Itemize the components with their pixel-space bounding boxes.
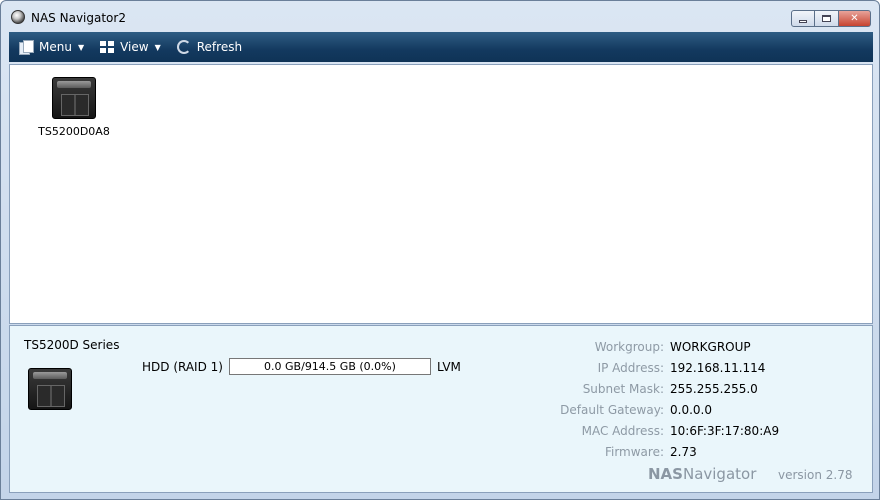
view-button[interactable]: View ▼ <box>90 32 167 62</box>
device-item[interactable]: TS5200D0A8 <box>36 77 112 138</box>
nas-device-icon <box>52 77 96 119</box>
info-value: 255.255.255.0 <box>670 381 758 396</box>
brand-logo: NASNavigator <box>648 465 756 483</box>
hdd-label: HDD (RAID 1) <box>142 359 223 374</box>
hdd-status-row: HDD (RAID 1) 0.0 GB/914.5 GB (0.0%) LVM <box>142 358 461 375</box>
chevron-down-icon: ▼ <box>77 42 85 52</box>
refresh-button[interactable]: Refresh <box>167 32 248 62</box>
chevron-down-icon: ▼ <box>154 42 161 52</box>
info-row-workgroup: Workgroup: WORKGROUP <box>520 336 780 357</box>
window-controls: ✕ <box>791 10 871 28</box>
menu-button[interactable]: Menu ▼ <box>9 32 90 62</box>
info-label: Workgroup: <box>594 339 664 354</box>
info-value: 192.168.11.114 <box>670 360 766 375</box>
info-value: WORKGROUP <box>670 339 751 354</box>
details-panel: TS5200D Series HDD (RAID 1) 0.0 GB/914.5… <box>9 325 873 493</box>
close-icon: ✕ <box>850 13 859 24</box>
brand-navigator: Navigator <box>682 465 757 483</box>
hdd-usage-text: 0.0 GB/914.5 GB (0.0%) <box>264 360 396 373</box>
minimize-button[interactable] <box>791 10 815 27</box>
brand-nas: NAS <box>648 465 683 483</box>
refresh-icon <box>176 40 191 54</box>
maximize-button[interactable] <box>815 10 839 27</box>
maximize-icon <box>822 15 831 22</box>
device-list[interactable]: TS5200D0A8 <box>9 64 873 324</box>
close-button[interactable]: ✕ <box>839 10 871 27</box>
nas-device-icon <box>28 368 72 410</box>
info-label: Subnet Mask: <box>582 381 664 396</box>
info-label: IP Address: <box>597 360 664 375</box>
info-value: 10:6F:3F:17:80:A9 <box>670 423 780 438</box>
network-info: Workgroup: WORKGROUP IP Address: 192.168… <box>520 336 780 462</box>
info-row-ip-address: IP Address: 192.168.11.114 <box>520 357 780 378</box>
info-row-subnet-mask: Subnet Mask: 255.255.255.0 <box>520 378 780 399</box>
app-window: NAS Navigator2 ✕ Menu ▼ View ▼ Refresh T… <box>0 0 880 500</box>
hdd-usage-bar: 0.0 GB/914.5 GB (0.0%) <box>228 358 431 375</box>
toolbar: Menu ▼ View ▼ Refresh <box>9 32 873 62</box>
minimize-icon <box>799 20 807 23</box>
info-row-default-gateway: Default Gateway: 0.0.0.0 <box>520 399 780 420</box>
app-logo-icon <box>11 10 25 24</box>
info-label: MAC Address: <box>581 423 664 438</box>
menu-label: Menu <box>39 40 72 54</box>
view-label: View <box>120 40 149 54</box>
view-icon <box>100 40 115 54</box>
info-row-mac-address: MAC Address: 10:6F:3F:17:80:A9 <box>520 420 780 441</box>
menu-icon <box>19 40 34 55</box>
volume-type: LVM <box>436 359 461 374</box>
info-value: 0.0.0.0 <box>670 402 712 417</box>
series-name: TS5200D Series <box>24 338 120 352</box>
info-row-firmware: Firmware: 2.73 <box>520 441 780 462</box>
info-value: 2.73 <box>670 444 697 459</box>
info-label: Default Gateway: <box>560 402 664 417</box>
window-title: NAS Navigator2 <box>31 11 126 25</box>
version-text: version 2.78 <box>778 468 853 482</box>
title-bar[interactable]: NAS Navigator2 ✕ <box>1 1 879 31</box>
refresh-label: Refresh <box>196 40 243 54</box>
device-name: TS5200D0A8 <box>38 125 110 138</box>
info-label: Firmware: <box>604 444 664 459</box>
